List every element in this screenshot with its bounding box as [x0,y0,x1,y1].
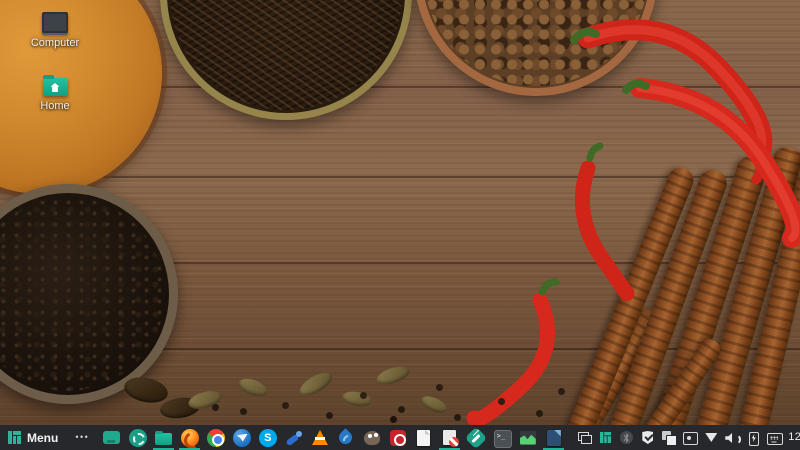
cardamom-pod [121,373,171,407]
manjaro-logo-icon[interactable] [597,425,614,450]
desktop-shortcut-home[interactable]: Home [17,75,93,112]
black-pepper-bowl [0,184,178,404]
paint-brush-icon [284,428,304,448]
chat-icon[interactable] [101,425,122,450]
ms-office-icon [388,428,408,448]
scattered-peppercorns [240,408,247,415]
vlc-icon [310,428,330,448]
chat-icon [102,428,122,448]
keyboard-layout-icon [766,430,784,445]
battery-charging-icon[interactable] [744,425,761,450]
chrome-icon[interactable] [205,425,226,450]
system-monitor-icon[interactable] [517,425,538,450]
cloves [170,0,402,110]
firefox-icon [180,428,200,448]
chrome-icon [206,428,226,448]
launcher-row [101,425,565,450]
menu-label: Menu [27,430,59,445]
ms-office-icon[interactable] [387,425,408,450]
shield-check-icon[interactable] [639,425,656,450]
cloves-bowl [160,0,412,120]
vlc-icon[interactable] [309,425,330,450]
system-monitor-icon [518,428,538,448]
wifi-icon[interactable] [702,425,719,450]
clipboard-icon[interactable] [660,425,678,450]
overflow-dots-button[interactable]: ••• [67,425,97,450]
virtual-desktops-icon[interactable] [576,425,593,450]
cardamom-pod [236,375,270,400]
gimp-icon[interactable] [361,425,382,450]
allspice-bowl [414,0,658,96]
screenshot-icon[interactable] [681,425,699,450]
desktop-shortcut-computer[interactable]: Computer [17,12,93,49]
document-blocked-icon[interactable] [439,425,461,450]
computer-icon [42,12,68,33]
taskbar: Menu ••• 12:34 [0,425,800,450]
file-manager-icon[interactable] [153,425,175,450]
skype-icon [258,428,278,448]
peppercorns [0,197,165,391]
bluetooth-icon [619,430,634,445]
virtual-desktops-icon [577,430,593,445]
bluetooth-icon[interactable] [618,425,635,450]
settings-tools-icon [466,428,486,448]
thunderbird-icon[interactable] [231,425,252,450]
volume-icon [724,430,742,445]
paint-brush-icon[interactable] [283,425,304,450]
gimp-icon [362,428,382,448]
settings-shutter-icon [128,428,148,448]
keyboard-layout-icon[interactable] [765,425,784,450]
wifi-icon [703,430,718,445]
manjaro-logo-icon [600,431,612,444]
menu-button[interactable]: Menu [0,425,67,450]
firefox-icon[interactable] [179,425,201,450]
shield-check-icon [640,430,655,445]
battery-charging-icon [745,430,760,446]
screenshot-icon [682,430,699,445]
shortcut-label: Home [40,100,70,112]
cardamom-pod [341,389,373,409]
desktop-screen: Computer Home Menu ••• 12:34 [0,0,800,450]
clipboard-icon [661,430,678,446]
manjaro-logo-icon [8,431,21,444]
cardamom-pod [418,392,450,417]
allspice-berries [424,0,648,86]
system-tray [576,425,784,450]
clock[interactable]: 12:34 [782,425,800,450]
deluge-icon[interactable] [335,425,356,450]
skype-icon[interactable] [257,425,278,450]
document-blocked-icon [440,428,460,448]
cardamom-pod [374,363,412,388]
thunderbird-icon [232,428,252,448]
home-folder-icon [42,75,68,96]
desktop-wallpaper[interactable]: Computer Home [0,0,800,425]
notes-blue-icon[interactable] [543,425,565,450]
volume-icon[interactable] [723,425,742,450]
text-document-icon [414,428,434,448]
file-manager-icon [154,428,174,448]
deluge-icon [336,428,356,448]
notes-blue-icon [544,428,564,448]
settings-shutter-icon[interactable] [127,425,148,450]
settings-tools-icon[interactable] [465,425,486,450]
shortcut-label: Computer [30,37,80,49]
terminal-icon [492,428,512,448]
cardamom-pod [296,368,336,400]
terminal-icon[interactable] [491,425,512,450]
text-document-icon[interactable] [413,425,434,450]
